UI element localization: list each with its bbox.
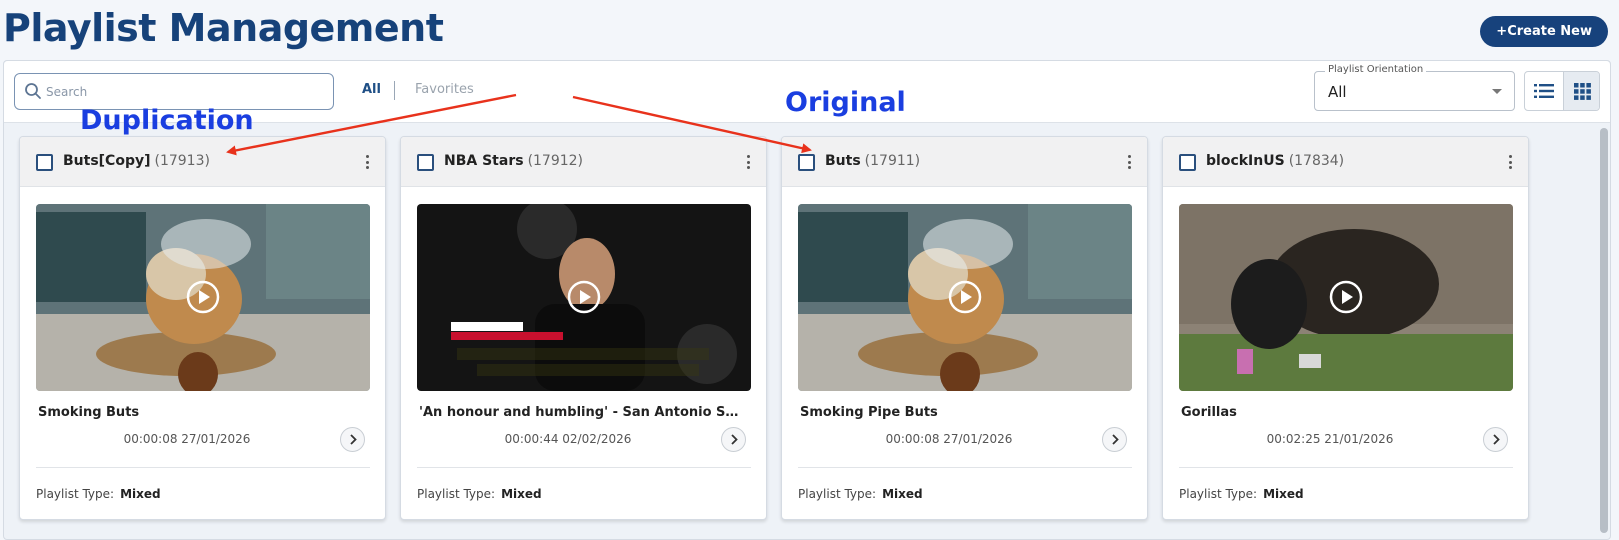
annotation-arrows <box>226 93 812 156</box>
duplication-annotation: Duplication <box>80 105 254 136</box>
arrow-to-duplication <box>226 93 517 156</box>
original-annotation: Original <box>785 87 906 118</box>
arrow-to-original <box>572 95 812 154</box>
